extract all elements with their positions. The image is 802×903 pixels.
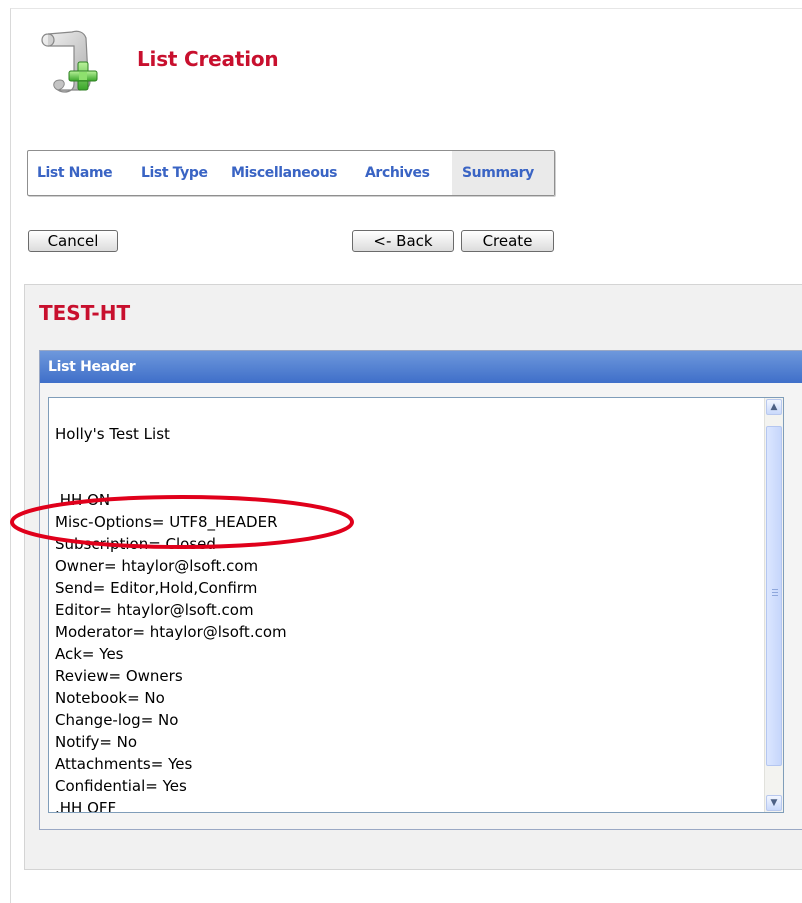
scroll-up-icon[interactable]: ▲ (766, 399, 782, 415)
list-header-textarea[interactable]: Holly's Test List .HH ON Misc-Options= U… (48, 397, 784, 813)
header-line: Notebook= No (55, 689, 165, 707)
header-line: Owner= htaylor@lsoft.com (55, 557, 259, 575)
wizard-tabs: List Name List Type Miscellaneous Archiv… (27, 150, 555, 196)
header-line: Attachments= Yes (55, 755, 193, 773)
header-line: .HH OFF (55, 799, 117, 812)
header-line: Review= Owners (55, 667, 183, 685)
list-header-title: List Header (40, 351, 802, 383)
tab-list-name[interactable]: List Name (37, 151, 113, 195)
header-line: Editor= htaylor@lsoft.com (55, 601, 254, 619)
header-line: .HH ON (55, 491, 111, 509)
header-line: Holly's Test List (55, 425, 170, 443)
vertical-scrollbar[interactable]: ▲ ▼ (764, 398, 783, 812)
tab-archives[interactable]: Archives (365, 151, 430, 195)
tab-miscellaneous[interactable]: Miscellaneous (231, 151, 337, 195)
header-line: Misc-Options= UTF8_HEADER (55, 513, 278, 531)
header-line: Send= Editor,Hold,Confirm (55, 579, 258, 597)
scroll-thumb[interactable] (766, 426, 782, 766)
summary-panel: TEST-HT List Header Holly's Test List .H… (24, 284, 802, 870)
create-button[interactable]: Create (461, 230, 554, 252)
scroll-down-icon[interactable]: ▼ (766, 795, 782, 811)
tab-list-type[interactable]: List Type (141, 151, 208, 195)
header-line: Notify= No (55, 733, 138, 751)
header-line: Confidential= Yes (55, 777, 187, 795)
header-line: Subscription= Closed (55, 535, 216, 553)
header-line: Ack= Yes (55, 645, 124, 663)
list-header-section: List Header Holly's Test List .HH ON Mis… (39, 350, 802, 830)
page-title: List Creation (137, 47, 279, 71)
back-button[interactable]: <- Back (352, 230, 454, 252)
header-line: Moderator= htaylor@lsoft.com (55, 623, 287, 641)
list-header-text: Holly's Test List .HH ON Misc-Options= U… (55, 398, 761, 812)
cancel-button[interactable]: Cancel (28, 230, 118, 252)
scroll-add-icon (41, 30, 98, 93)
list-name-heading: TEST-HT (39, 301, 131, 325)
header-line: Change-log= No (55, 711, 179, 729)
tab-summary[interactable]: Summary (452, 151, 554, 195)
